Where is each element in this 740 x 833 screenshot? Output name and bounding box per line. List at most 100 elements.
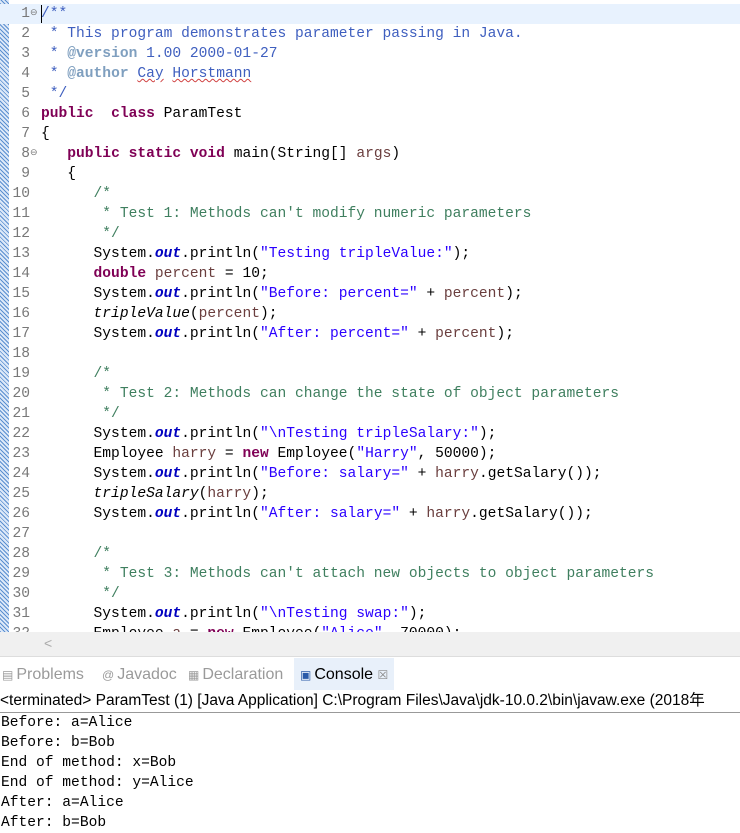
code-line[interactable]: 24 System.out.println("Before: salary=" … xyxy=(0,464,740,484)
code-text: Employee a = new Employee("Alice", 70000… xyxy=(41,624,462,632)
code-text: System.out.println("After: percent=" + p… xyxy=(41,324,514,344)
code-token: "Harry" xyxy=(356,446,418,462)
code-token: ( xyxy=(189,306,199,322)
code-line[interactable]: 11 * Test 1: Methods can't modify numeri… xyxy=(0,204,740,224)
code-line[interactable]: 8 ⊖ public static void main(String[] args… xyxy=(0,144,740,164)
code-line[interactable]: 32 Employee a = new Employee("Alice", 70… xyxy=(0,624,740,632)
code-token: System. xyxy=(41,286,155,302)
code-line[interactable]: 31 System.out.println("\nTesting swap:")… xyxy=(0,604,740,624)
code-token: @version xyxy=(67,46,138,62)
code-line[interactable]: 21 */ xyxy=(0,404,740,424)
code-token: out xyxy=(154,466,182,482)
console-output-line: Before: a=Alice xyxy=(1,715,133,731)
code-token: */ xyxy=(41,406,120,422)
code-token: ); xyxy=(408,606,427,622)
code-editor[interactable]: 1 ⊖/** 2 * This program demonstrates param… xyxy=(0,0,740,632)
tab-javadoc[interactable]: @ Javadoc xyxy=(102,658,177,690)
code-token: ); xyxy=(505,286,523,302)
code-text: System.out.println("Testing tripleValue:… xyxy=(41,244,471,264)
code-line[interactable]: 13 System.out.println("Testing tripleVal… xyxy=(0,244,740,264)
code-line[interactable]: 5 */ xyxy=(0,84,740,104)
problems-icon: ▤ xyxy=(2,668,14,682)
code-line[interactable]: 30 */ xyxy=(0,584,740,604)
code-token: ParamTest xyxy=(154,106,243,122)
line-number: 28 xyxy=(12,546,30,562)
line-number: 10 xyxy=(12,186,30,202)
code-token: Employee xyxy=(41,446,173,462)
horizontal-scrollbar[interactable]: < xyxy=(0,632,740,657)
code-text: public static void main(String[] args) xyxy=(41,144,400,164)
code-line[interactable]: 27 xyxy=(0,524,740,544)
console-output-line: End of method: x=Bob xyxy=(1,755,177,771)
code-line[interactable]: 4 * @author Cay Horstmann xyxy=(0,64,740,84)
code-line[interactable]: 20 * Test 2: Methods can change the stat… xyxy=(0,384,740,404)
code-token: main(String[] xyxy=(224,146,357,162)
code-token: { xyxy=(41,126,50,142)
line-number: 3 xyxy=(21,46,30,62)
tab-console[interactable]: ▣ Console ☒ xyxy=(294,658,395,690)
code-line[interactable]: 2 * This program demonstrates parameter … xyxy=(0,24,740,44)
code-line[interactable]: 14 double percent = 10; xyxy=(0,264,740,284)
line-number: 7 xyxy=(21,126,30,142)
fold-toggle-icon[interactable]: ⊖ xyxy=(30,8,38,18)
line-number: 29 xyxy=(12,566,30,582)
code-line[interactable]: 18 xyxy=(0,344,740,364)
line-number: 6 xyxy=(21,106,30,122)
code-line[interactable]: 3 * @version 1.00 2000-01-27 xyxy=(0,44,740,64)
code-token: ) xyxy=(391,146,401,162)
code-line[interactable]: 12 */ xyxy=(0,224,740,244)
code-token: System. xyxy=(41,466,155,482)
tab-problems[interactable]: ▤ Problems xyxy=(2,658,84,690)
code-token: * Test 2: Methods can change the state o… xyxy=(41,386,620,402)
code-token: * xyxy=(41,46,68,62)
code-token: "\nTesting tripleSalary:" xyxy=(259,426,479,442)
code-line[interactable]: 23 Employee harry = new Employee("Harry"… xyxy=(0,444,740,464)
code-line[interactable]: 9 { xyxy=(0,164,740,184)
code-token: out xyxy=(154,246,182,262)
code-line[interactable]: 29 * Test 3: Methods can't attach new ob… xyxy=(0,564,740,584)
code-line[interactable]: 28 /* xyxy=(0,544,740,564)
code-line[interactable]: 25 tripleSalary(harry); xyxy=(0,484,740,504)
line-number: 5 xyxy=(21,86,30,102)
code-line[interactable]: 6 public class ParamTest xyxy=(0,104,740,124)
code-line[interactable]: 19 /* xyxy=(0,364,740,384)
text-caret xyxy=(41,5,42,23)
code-token: "\nTesting swap:" xyxy=(259,606,409,622)
code-token: "After: percent=" xyxy=(259,326,409,342)
code-token: .println( xyxy=(181,286,260,302)
code-token: /* xyxy=(41,366,112,382)
code-text: tripleSalary(harry); xyxy=(41,484,269,504)
code-text: /** xyxy=(41,4,67,24)
close-icon[interactable]: ☒ xyxy=(378,668,389,682)
code-text: */ xyxy=(41,584,120,604)
code-token: "After: salary=" xyxy=(259,506,401,522)
code-line[interactable]: 1 ⊖/** xyxy=(0,4,740,24)
code-text: double percent = 10; xyxy=(41,264,269,284)
tab-label: Javadoc xyxy=(117,666,177,683)
console-icon: ▣ xyxy=(300,668,312,682)
scroll-left-icon[interactable]: < xyxy=(44,635,52,651)
line-number: 14 xyxy=(12,266,30,282)
code-line[interactable]: 10 /* xyxy=(0,184,740,204)
code-text: { xyxy=(41,164,76,184)
code-line[interactable]: 22 System.out.println("\nTesting tripleS… xyxy=(0,424,740,444)
code-line[interactable]: 17 System.out.println("After: percent=" … xyxy=(0,324,740,344)
code-line[interactable]: 26 System.out.println("After: salary=" +… xyxy=(0,504,740,524)
code-line[interactable]: 7{ xyxy=(0,124,740,144)
console-output-line: After: b=Bob xyxy=(1,815,107,831)
line-number: 19 xyxy=(12,366,30,382)
tab-declaration[interactable]: ▦ Declaration xyxy=(188,658,283,690)
code-line[interactable]: 15 System.out.println("Before: percent="… xyxy=(0,284,740,304)
code-line[interactable]: 16 tripleValue(percent); xyxy=(0,304,740,324)
line-number: 11 xyxy=(12,206,30,222)
code-token: harry xyxy=(172,446,217,462)
fold-toggle-icon[interactable]: ⊖ xyxy=(30,148,38,158)
line-number: 32 xyxy=(10,624,30,632)
code-text: System.out.println("Before: percent=" + … xyxy=(41,284,523,304)
line-number: 21 xyxy=(12,406,30,422)
line-number: 16 xyxy=(12,306,30,322)
code-token: "Testing tripleValue:" xyxy=(259,246,453,262)
